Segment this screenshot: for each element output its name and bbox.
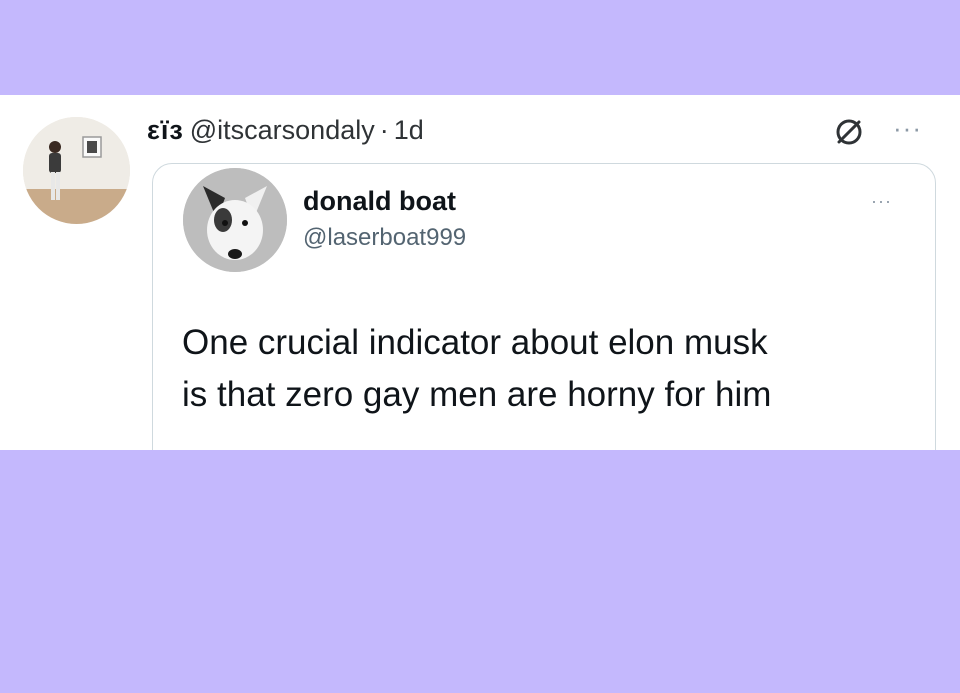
post-header: εïз @itscarsondaly · 1d xyxy=(147,115,424,146)
author-display-name[interactable]: εïз xyxy=(147,115,184,145)
tweet-card[interactable]: εïз @itscarsondaly · 1d ··· donald boat @la… xyxy=(0,95,960,450)
quoted-author-handle[interactable]: @laserboat999 xyxy=(303,224,466,252)
author-handle[interactable]: @itscarsondaly xyxy=(190,115,375,145)
quoted-tweet-text: One crucial indicator about elon musk is… xyxy=(182,317,922,421)
post-timestamp[interactable]: 1d xyxy=(394,115,424,145)
no-entry-icon[interactable] xyxy=(832,115,866,149)
quoted-author-name[interactable]: donald boat xyxy=(303,186,456,217)
quoted-more-options-icon[interactable]: ··· xyxy=(871,192,892,210)
quoted-tweet[interactable]: donald boat @laserboat999 ··· One crucia… xyxy=(152,163,936,450)
quoted-author-avatar[interactable] xyxy=(183,168,287,272)
more-options-icon[interactable]: ··· xyxy=(893,115,922,141)
gallery-photo-icon xyxy=(23,117,130,224)
dog-photo-icon xyxy=(183,168,287,272)
quoted-text-line: is that zero gay men are horny for him xyxy=(182,375,772,414)
separator-dot: · xyxy=(379,115,389,145)
author-avatar[interactable] xyxy=(23,117,130,224)
quoted-text-line: One crucial indicator about elon musk xyxy=(182,323,768,362)
